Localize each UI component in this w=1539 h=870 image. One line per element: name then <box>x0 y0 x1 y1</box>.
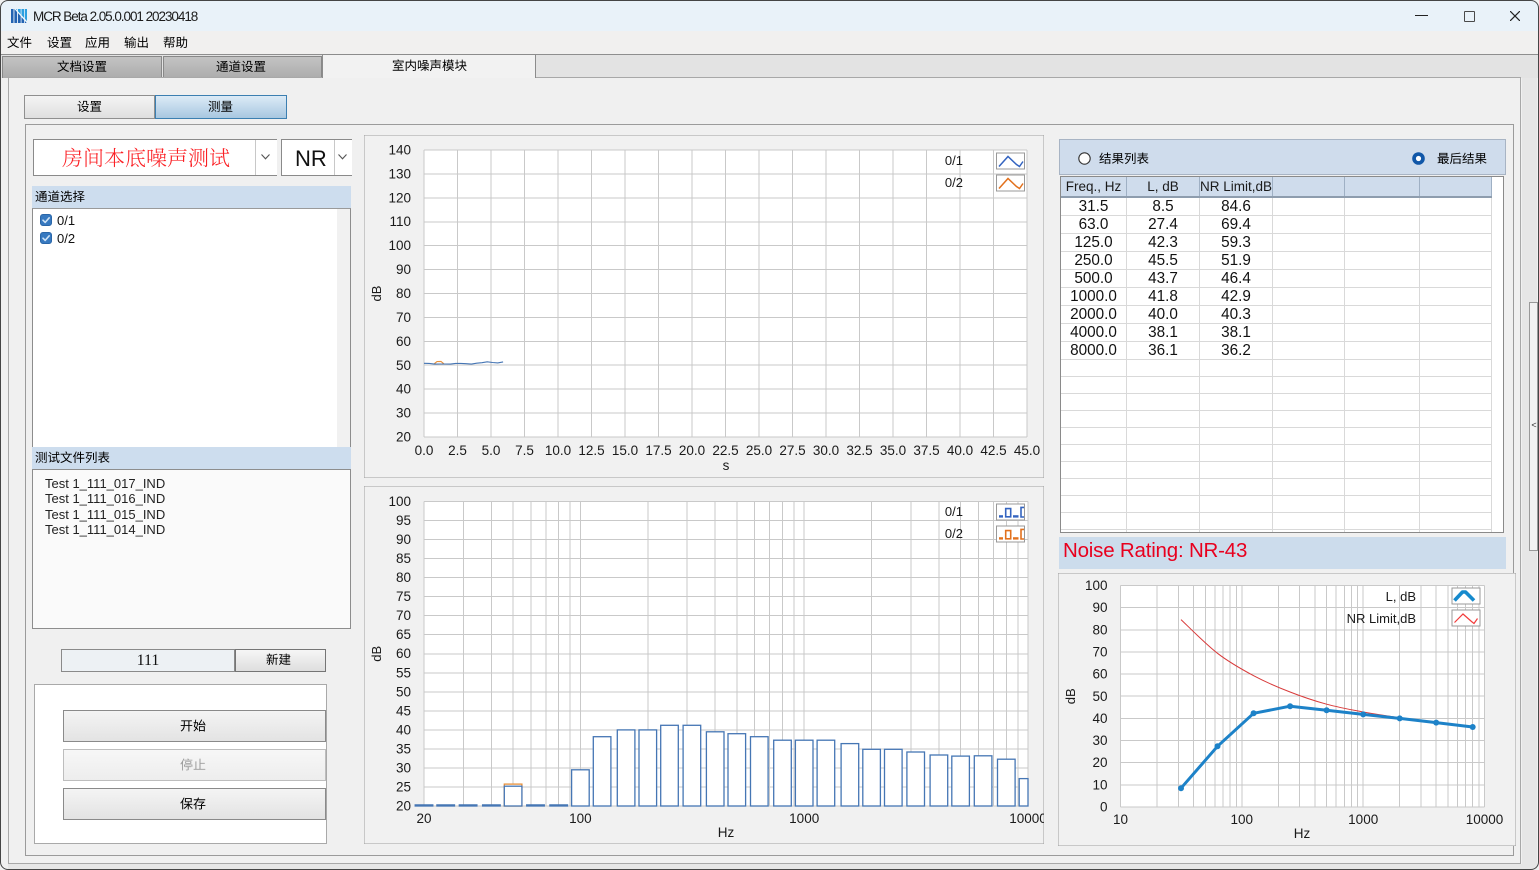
svg-text:30: 30 <box>396 760 411 775</box>
svg-text:10000: 10000 <box>1009 811 1044 826</box>
svg-text:90: 90 <box>396 532 411 547</box>
svg-text:0/1: 0/1 <box>945 504 963 519</box>
svg-text:5.0: 5.0 <box>482 443 501 458</box>
svg-text:85: 85 <box>396 551 411 566</box>
svg-text:70: 70 <box>396 310 411 325</box>
svg-text:110: 110 <box>389 214 411 229</box>
svg-text:100: 100 <box>1085 578 1108 593</box>
svg-text:50: 50 <box>396 358 411 373</box>
svg-text:45.0: 45.0 <box>1014 443 1040 458</box>
svg-text:65: 65 <box>396 627 411 642</box>
svg-text:s: s <box>723 458 730 473</box>
svg-text:17.5: 17.5 <box>645 443 671 458</box>
svg-text:0/2: 0/2 <box>945 526 963 541</box>
svg-text:22.5: 22.5 <box>712 443 738 458</box>
svg-text:NR Limit,dB: NR Limit,dB <box>1347 611 1416 626</box>
svg-text:30.0: 30.0 <box>813 443 839 458</box>
svg-text:20: 20 <box>396 430 411 445</box>
svg-text:100: 100 <box>1231 812 1254 827</box>
svg-text:2.5: 2.5 <box>448 443 467 458</box>
svg-text:40: 40 <box>396 722 411 737</box>
svg-text:0: 0 <box>1100 800 1108 815</box>
svg-text:30: 30 <box>396 406 411 421</box>
svg-text:20: 20 <box>416 811 431 826</box>
svg-text:40.0: 40.0 <box>947 443 973 458</box>
svg-text:55: 55 <box>396 665 411 680</box>
svg-text:35.0: 35.0 <box>880 443 906 458</box>
svg-text:dB: dB <box>369 286 384 302</box>
svg-text:Hz: Hz <box>1294 826 1311 841</box>
svg-text:75: 75 <box>396 589 411 604</box>
svg-text:10000: 10000 <box>1466 812 1504 827</box>
svg-text:40: 40 <box>396 382 411 397</box>
svg-text:70: 70 <box>396 608 411 623</box>
svg-text:80: 80 <box>1092 622 1107 637</box>
svg-text:dB: dB <box>1063 688 1078 704</box>
svg-text:60: 60 <box>1092 667 1107 682</box>
svg-text:30: 30 <box>1092 733 1107 748</box>
svg-text:90: 90 <box>396 262 411 277</box>
svg-text:80: 80 <box>396 286 411 301</box>
svg-text:0/1: 0/1 <box>945 153 963 168</box>
svg-text:0/2: 0/2 <box>945 175 963 190</box>
svg-text:40: 40 <box>1092 711 1107 726</box>
svg-text:32.5: 32.5 <box>846 443 872 458</box>
svg-text:60: 60 <box>396 646 411 661</box>
svg-text:130: 130 <box>388 166 411 181</box>
svg-text:0.0: 0.0 <box>415 443 434 458</box>
svg-text:20.0: 20.0 <box>679 443 705 458</box>
svg-text:35: 35 <box>396 741 411 756</box>
svg-text:140: 140 <box>388 143 411 158</box>
svg-text:20: 20 <box>396 799 411 814</box>
svg-text:50: 50 <box>396 684 411 699</box>
svg-text:20: 20 <box>1092 755 1107 770</box>
svg-text:45: 45 <box>396 703 411 718</box>
svg-text:60: 60 <box>396 334 411 349</box>
svg-text:10: 10 <box>1092 777 1107 792</box>
svg-text:100: 100 <box>569 811 592 826</box>
svg-text:15.0: 15.0 <box>612 443 638 458</box>
svg-text:12.5: 12.5 <box>578 443 604 458</box>
svg-text:1000: 1000 <box>789 811 819 826</box>
svg-text:25.0: 25.0 <box>746 443 772 458</box>
svg-text:1000: 1000 <box>1348 812 1378 827</box>
svg-text:50: 50 <box>1092 689 1107 704</box>
svg-text:100: 100 <box>388 238 411 253</box>
svg-text:7.5: 7.5 <box>515 443 534 458</box>
svg-text:dB: dB <box>369 646 384 662</box>
svg-text:37.5: 37.5 <box>913 443 939 458</box>
svg-text:Hz: Hz <box>718 825 735 840</box>
svg-text:95: 95 <box>396 513 411 528</box>
svg-text:90: 90 <box>1092 600 1107 615</box>
svg-text:70: 70 <box>1092 645 1107 660</box>
svg-text:10: 10 <box>1113 812 1128 827</box>
svg-text:100: 100 <box>388 494 411 509</box>
svg-text:120: 120 <box>388 190 411 205</box>
svg-text:10.0: 10.0 <box>545 443 571 458</box>
svg-text:80: 80 <box>396 570 411 585</box>
svg-text:42.5: 42.5 <box>980 443 1006 458</box>
svg-text:27.5: 27.5 <box>779 443 805 458</box>
svg-text:25: 25 <box>396 780 411 795</box>
svg-text:L, dB: L, dB <box>1386 589 1416 604</box>
